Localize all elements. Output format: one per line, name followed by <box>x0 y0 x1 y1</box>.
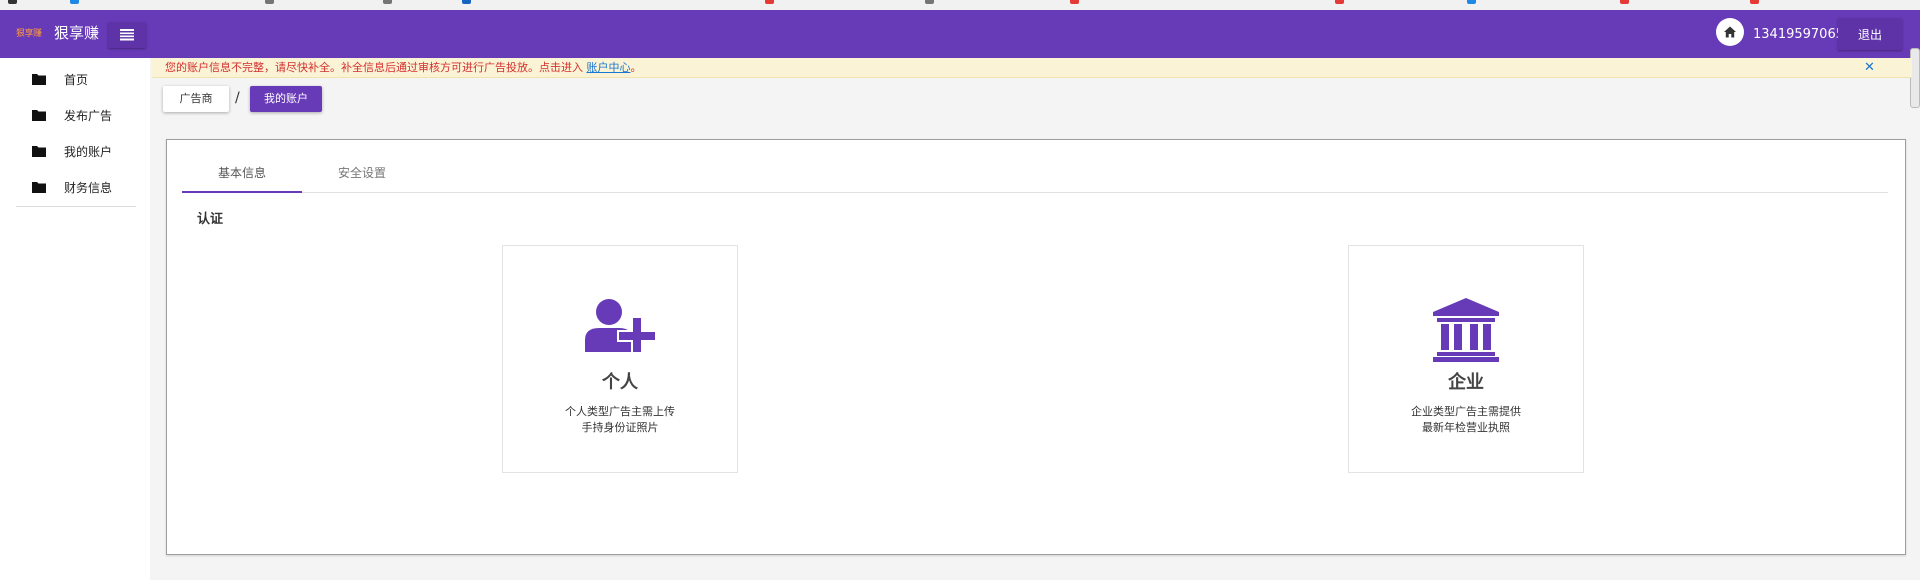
sidebar-item-publish-ad[interactable]: 发布广告 <box>32 104 112 126</box>
bookmark-icon[interactable] <box>8 0 17 4</box>
account-panel: 基本信息 安全设置 认证 个人 个人类型广告主需上传 手持身份证照片 企业 企业… <box>166 139 1906 555</box>
bookmark-icon[interactable] <box>765 0 774 4</box>
sidebar-item-finance[interactable]: 财务信息 <box>32 176 112 198</box>
sidebar: 首页 发布广告 我的账户 财务信息 <box>0 58 150 580</box>
enterprise-verification-card[interactable]: 企业 企业类型广告主需提供 最新年检营业执照 <box>1348 245 1584 473</box>
sidebar-item-label: 发布广告 <box>64 108 113 123</box>
bookmark-icon[interactable] <box>1335 0 1344 4</box>
app-title[interactable]: 狠享赚 <box>54 22 99 43</box>
folder-icon <box>32 146 46 157</box>
incomplete-account-alert: 您的账户信息不完整，请尽快补全。补全信息后通过审核方可进行广告投放。点击进入 账… <box>152 58 1912 78</box>
home-icon <box>1724 26 1736 38</box>
sidebar-item-label: 首页 <box>64 72 89 87</box>
top-navbar: 狠享赚 狠享赚 13419597065 退出 <box>0 10 1920 108</box>
tab-security-settings[interactable]: 安全设置 <box>302 158 422 191</box>
card-description: 企业类型广告主需提供 最新年检营业执照 <box>1349 404 1583 436</box>
logo: 狠享赚 <box>16 29 42 39</box>
user-phone: 13419597065 <box>1753 27 1844 42</box>
folder-icon <box>32 110 46 121</box>
card-description-line: 手持身份证照片 <box>581 421 659 434</box>
sidebar-item-my-account[interactable]: 我的账户 <box>32 140 112 162</box>
alert-message: 您的账户信息不完整，请尽快补全。补全信息后通过审核方可进行广告投放。点击进入 账… <box>165 58 642 77</box>
bookmark-icon[interactable] <box>1467 0 1476 4</box>
alert-text: 您的账户信息不完整，请尽快补全。补全信息后通过审核方可进行广告投放。点击进入 <box>165 61 583 74</box>
sidebar-item-label: 我的账户 <box>64 144 113 159</box>
card-description-line: 个人类型广告主需上传 <box>565 405 675 418</box>
breadcrumb-separator: / <box>235 90 240 106</box>
card-title: 个人 <box>602 372 638 393</box>
breadcrumb-my-account[interactable]: 我的账户 <box>250 86 322 112</box>
bookmark-icon[interactable] <box>383 0 392 4</box>
hamburger-icon <box>120 29 134 41</box>
sidebar-item-label: 财务信息 <box>64 180 113 195</box>
section-title: 认证 <box>197 212 224 227</box>
bookmark-icon[interactable] <box>70 0 79 4</box>
card-description-line: 最新年检营业执照 <box>1422 421 1510 434</box>
breadcrumb-advertiser[interactable]: 广告商 <box>163 86 229 112</box>
close-icon[interactable]: ✕ <box>1864 58 1875 77</box>
scrollbar-handle[interactable] <box>1910 48 1920 108</box>
card-description-line: 企业类型广告主需提供 <box>1411 405 1521 418</box>
bookmark-icon[interactable] <box>1750 0 1759 4</box>
folder-icon <box>32 74 46 85</box>
menu-toggle-button[interactable] <box>108 22 146 48</box>
card-description: 个人类型广告主需上传 手持身份证照片 <box>503 404 737 436</box>
account-center-link[interactable]: 账户中心 <box>587 61 631 74</box>
tab-basic-info[interactable]: 基本信息 <box>182 158 302 193</box>
bookmark-icon[interactable] <box>1070 0 1079 4</box>
sidebar-divider <box>16 206 136 207</box>
card-title: 企业 <box>1448 372 1484 393</box>
user-plus-icon <box>585 299 657 352</box>
logout-button[interactable]: 退出 <box>1838 18 1902 50</box>
folder-icon <box>32 182 46 193</box>
bank-icon <box>1433 298 1499 362</box>
sidebar-item-home[interactable]: 首页 <box>32 68 88 90</box>
home-button[interactable] <box>1716 18 1744 46</box>
bookmark-icon[interactable] <box>462 0 471 4</box>
bookmark-icon[interactable] <box>265 0 274 4</box>
bookmark-icon[interactable] <box>1620 0 1629 4</box>
account-tabs: 基本信息 安全设置 <box>182 158 1888 193</box>
personal-verification-card[interactable]: 个人 个人类型广告主需上传 手持身份证照片 <box>502 245 738 473</box>
bookmark-icon[interactable] <box>925 0 934 4</box>
alert-suffix: 。 <box>630 61 642 74</box>
